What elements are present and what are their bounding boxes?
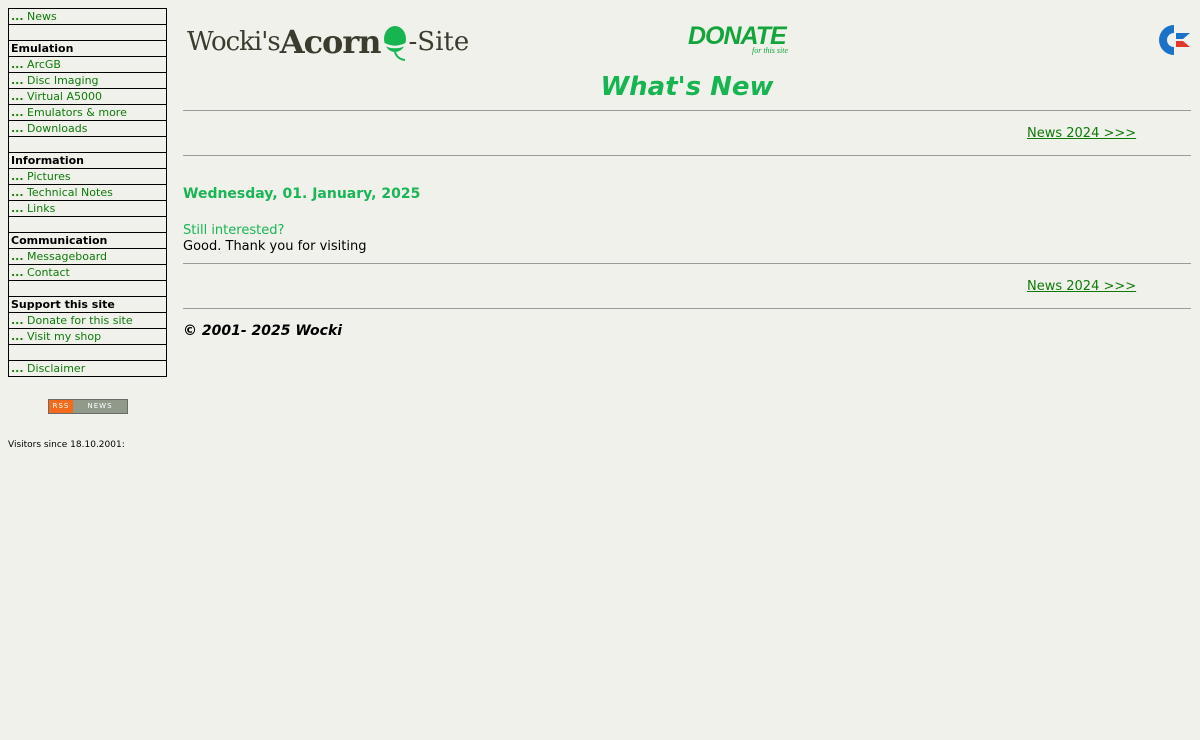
sidebar-item-emulators-more[interactable]: ... Emulators & more xyxy=(9,105,166,121)
sidebar-item-label[interactable]: Virtual A5000 xyxy=(27,90,102,103)
sidebar-item-prefix: ... xyxy=(11,330,24,343)
sidebar-item-label[interactable]: Links xyxy=(27,202,55,215)
sidebar: ... News Emulation... ArcGB... Disc Imagi… xyxy=(8,8,167,450)
sidebar-section-heading: Emulation xyxy=(9,41,166,57)
sidebar-item-pictures[interactable]: ... Pictures xyxy=(9,169,166,185)
sidebar-item-visit-my-shop[interactable]: ... Visit my shop xyxy=(9,329,166,345)
divider xyxy=(183,155,1191,156)
entry-title: Still interested? xyxy=(183,223,285,238)
sidebar-item-prefix: ... xyxy=(11,122,24,135)
rss-badge-left: RSS xyxy=(49,400,73,413)
sidebar-item-messageboard[interactable]: ... Messageboard xyxy=(9,249,166,265)
sidebar-item-technical-notes[interactable]: ... Technical Notes xyxy=(9,185,166,201)
page-title: What's New xyxy=(600,72,774,102)
sidebar-spacer xyxy=(9,25,166,41)
acorn-icon xyxy=(380,26,409,61)
rss-badge-right: NEWS xyxy=(87,402,113,410)
sidebar-spacer xyxy=(9,217,166,233)
sidebar-item-label[interactable]: Messageboard xyxy=(27,250,107,263)
sidebar-item-prefix: ... xyxy=(11,90,24,103)
sidebar-spacer xyxy=(9,281,166,297)
sidebar-item-prefix: ... xyxy=(11,362,24,375)
sidebar-item-prefix: ... xyxy=(11,106,24,119)
sidebar-item-label[interactable]: Disc Imaging xyxy=(27,74,99,87)
sidebar-item-label[interactable]: Pictures xyxy=(27,170,71,183)
sidebar-item-arcgb[interactable]: ... ArcGB xyxy=(9,57,166,73)
donate-sublabel: for this site xyxy=(752,46,789,55)
rss-news-badge[interactable]: RSS NEWS xyxy=(48,399,128,414)
visitor-counter-label: Visitors since 18.10.2001: xyxy=(8,440,125,450)
sidebar-item-label[interactable]: Visit my shop xyxy=(27,330,101,343)
sidebar-item-prefix: ... xyxy=(11,10,24,23)
entry-date: Wednesday, 01. January, 2025 xyxy=(183,186,421,202)
sidebar-menu: ... News Emulation... ArcGB... Disc Imagi… xyxy=(8,8,167,377)
sidebar-item-virtual-a5000[interactable]: ... Virtual A5000 xyxy=(9,89,166,105)
divider xyxy=(183,308,1191,309)
sidebar-item-prefix: ... xyxy=(11,202,24,215)
sidebar-item-label[interactable]: Donate for this site xyxy=(27,314,133,327)
sidebar-item-prefix: ... xyxy=(11,266,24,279)
logo-text-part3: -Site xyxy=(408,27,470,57)
sidebar-item-disclaimer[interactable]: ... Disclaimer xyxy=(9,361,166,377)
news-2024-link-bottom[interactable]: News 2024 >>> xyxy=(1027,279,1136,294)
sidebar-item-contact[interactable]: ... Contact xyxy=(9,265,166,281)
sidebar-item-downloads[interactable]: ... Downloads xyxy=(9,121,166,137)
sidebar-item-label[interactable]: Contact xyxy=(27,266,70,279)
sidebar-item-links[interactable]: ... Links xyxy=(9,201,166,217)
sidebar-item-prefix: ... xyxy=(11,58,24,71)
sidebar-item-donate-for-this-site[interactable]: ... Donate for this site xyxy=(9,313,166,329)
sidebar-item-news[interactable]: ... News xyxy=(9,9,166,25)
sidebar-spacer xyxy=(9,345,166,361)
copyright: © 2001- 2025 Wocki xyxy=(183,323,343,339)
sidebar-item-prefix: ... xyxy=(11,170,24,183)
sidebar-item-prefix: ... xyxy=(11,250,24,263)
divider xyxy=(183,110,1191,111)
divider xyxy=(183,263,1191,264)
sidebar-item-prefix: ... xyxy=(11,314,24,327)
sidebar-item-prefix: ... xyxy=(11,74,24,87)
sidebar-item-label[interactable]: Technical Notes xyxy=(27,186,113,199)
logo-text-part1: Wocki's xyxy=(187,27,281,57)
sidebar-item-label[interactable]: Emulators & more xyxy=(27,106,127,119)
news-2024-link-top[interactable]: News 2024 >>> xyxy=(1027,126,1136,141)
sidebar-item-label[interactable]: ArcGB xyxy=(27,58,61,71)
sidebar-item-disc-imaging[interactable]: ... Disc Imaging xyxy=(9,73,166,89)
commodore-logo-icon[interactable] xyxy=(1157,24,1191,56)
sidebar-item-label[interactable]: Downloads xyxy=(27,122,87,135)
sidebar-section-heading: Support this site xyxy=(9,297,166,313)
sidebar-section-heading: Information xyxy=(9,153,166,169)
site-logo[interactable]: Wocki's Acorn -Site xyxy=(187,20,469,64)
sidebar-section-heading: Communication xyxy=(9,233,166,249)
entry-body: Good. Thank you for visiting xyxy=(183,239,367,254)
sidebar-item-label[interactable]: Disclaimer xyxy=(27,362,85,375)
donate-button[interactable]: DONATE for this site xyxy=(688,20,798,60)
sidebar-item-label[interactable]: News xyxy=(27,10,57,23)
logo-text-part2: Acorn xyxy=(279,23,382,61)
sidebar-spacer xyxy=(9,137,166,153)
sidebar-item-prefix: ... xyxy=(11,186,24,199)
